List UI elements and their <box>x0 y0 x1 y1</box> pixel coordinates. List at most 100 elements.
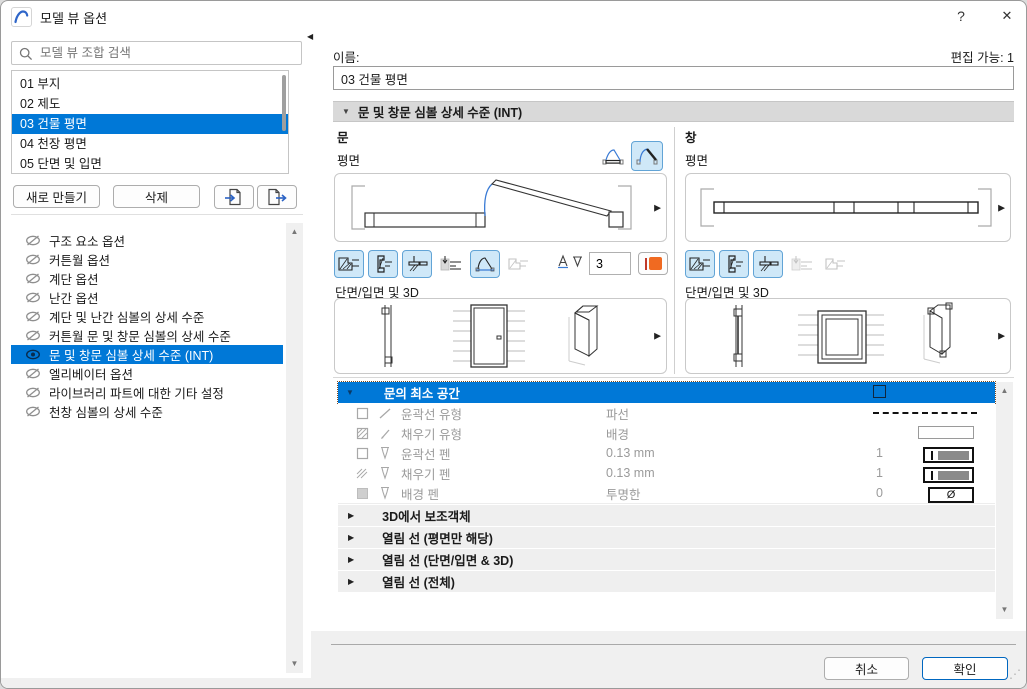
door-wall-opening-hatch-toggle[interactable] <box>334 250 364 278</box>
fill-preview[interactable] <box>918 426 974 439</box>
door-opening-lines-toggle[interactable] <box>504 250 534 278</box>
splitter-collapse-icon[interactable]: ◀ <box>307 32 313 41</box>
door-sill-hatch-toggle[interactable] <box>402 250 432 278</box>
door-marker-lines-toggle[interactable] <box>436 250 466 278</box>
section-header[interactable]: ▼ 문 및 창문 심볼 상세 수준 (INT) <box>333 101 1014 122</box>
window-frame-hatch-toggle[interactable] <box>719 250 749 278</box>
cancel-button[interactable]: 취소 <box>824 657 909 680</box>
table-row[interactable]: 채우기 펜 0.13 mm 1 <box>338 463 995 484</box>
door-closed-symbol-toggle[interactable] <box>598 142 628 170</box>
option-row[interactable]: 계단 및 난간 심볼의 상세 수준 <box>11 307 283 326</box>
window-section-flyout-icon[interactable]: ▶ <box>998 331 1005 342</box>
window-wall-opening-hatch-toggle[interactable] <box>685 250 715 278</box>
list-item[interactable]: 02 제도 <box>12 94 288 114</box>
eye-off-icon <box>26 368 40 379</box>
window-opening-lines-toggle[interactable] <box>821 250 851 278</box>
row-value[interactable]: 투명한 <box>606 484 641 503</box>
option-row[interactable]: 계단 옵션 <box>11 269 283 288</box>
list-item-selected[interactable]: 03 건물 평면 <box>12 114 288 134</box>
door-plan-flyout-icon[interactable]: ▶ <box>654 202 661 213</box>
name-input[interactable] <box>333 66 1014 90</box>
option-row[interactable]: 라이브러리 파트에 대한 기타 설정 <box>11 383 283 402</box>
door-plan-preview[interactable]: ▶ <box>334 173 667 242</box>
resize-grip[interactable]: ⋰ <box>1009 667 1021 681</box>
export-button[interactable] <box>257 185 297 209</box>
pen-number-input[interactable] <box>589 252 631 275</box>
empty-set-preview[interactable]: Ø <box>928 487 974 503</box>
row-label: 윤곽선 펜 <box>401 447 451 462</box>
table-group-row[interactable]: ▶ 열림 선 (전체) <box>338 571 995 592</box>
group-checkbox[interactable] <box>873 385 886 398</box>
window-plan-label: 평면 <box>685 154 709 168</box>
expand-right-icon[interactable]: ▶ <box>348 555 354 564</box>
option-row[interactable]: 커튼월 옵션 <box>11 250 283 269</box>
list-item[interactable]: 01 부지 <box>12 74 288 94</box>
eye-off-icon <box>26 235 40 246</box>
option-row[interactable]: 커튼월 문 및 창문 심볼의 상세 수준 <box>11 326 283 345</box>
outline-type-icon <box>356 407 369 420</box>
scroll-down-icon[interactable]: ▼ <box>996 605 1013 615</box>
search-input[interactable] <box>38 43 296 63</box>
list-item[interactable]: 05 단면 및 입면 <box>12 154 288 174</box>
row-label: 윤곽선 유형 <box>401 407 462 422</box>
scroll-up-icon[interactable]: ▲ <box>286 227 303 237</box>
option-label: 커튼월 옵션 <box>49 254 110 268</box>
door-section-preview[interactable]: ▶ <box>334 298 667 374</box>
door-closed-icon <box>602 149 624 165</box>
table-group-row[interactable]: ▶ 열림 선 (평면만 해당) <box>338 527 995 548</box>
window-sill-hatch-toggle[interactable] <box>753 250 783 278</box>
help-button[interactable]: ? <box>943 3 979 29</box>
group-collapse-icon[interactable]: ▼ <box>346 388 354 397</box>
table-scrollbar[interactable]: ▲ ▼ <box>996 382 1013 619</box>
import-button[interactable] <box>214 185 254 209</box>
window-plan-flyout-icon[interactable]: ▶ <box>998 202 1005 213</box>
sill-hatch-icon <box>408 256 428 272</box>
door-frame-hatch-toggle[interactable] <box>368 250 398 278</box>
window-section-preview[interactable]: ▶ <box>685 298 1011 374</box>
table-row[interactable]: 채우기 유형 배경 <box>338 423 995 444</box>
editable-count: 편집 가능: 1 <box>950 51 1014 65</box>
scroll-up-icon[interactable]: ▲ <box>996 386 1013 396</box>
table-group-row[interactable]: ▶ 3D에서 보조객체 <box>338 505 995 526</box>
window-plan-preview[interactable]: ▶ <box>685 173 1011 242</box>
option-row-selected[interactable]: 문 및 창문 심볼 상세 수준 (INT) <box>11 345 283 364</box>
table-group-header[interactable]: ▼ 문의 최소 공간 <box>337 381 996 404</box>
expand-right-icon[interactable]: ▶ <box>348 577 354 586</box>
pen-preview[interactable] <box>923 467 974 483</box>
door-opening-arc-toggle[interactable] <box>470 250 500 278</box>
name-label: 이름: <box>333 51 360 65</box>
table-group-row[interactable]: ▶ 열림 선 (단면/입면 & 3D) <box>338 549 995 570</box>
options-scrollbar[interactable]: ▲ ▼ <box>286 223 303 673</box>
dashed-line-preview[interactable] <box>873 412 977 414</box>
expand-right-icon[interactable]: ▶ <box>348 533 354 542</box>
table-row[interactable]: 윤곽선 펜 0.13 mm 1 <box>338 443 995 464</box>
door-section-flyout-icon[interactable]: ▶ <box>654 331 661 342</box>
row-value[interactable]: 배경 <box>606 424 629 443</box>
bottom-separator <box>331 644 1016 645</box>
table-row[interactable]: 배경 펜 투명한 0 Ø <box>338 483 995 504</box>
option-row[interactable]: 구조 요소 옵션 <box>11 231 283 250</box>
combination-list-scrollbar[interactable] <box>282 75 286 131</box>
delete-button[interactable]: 삭제 <box>113 185 200 208</box>
pen-preview[interactable] <box>923 447 974 463</box>
close-button[interactable]: ✕ <box>989 3 1025 29</box>
option-row[interactable]: 엘리베이터 옵션 <box>11 364 283 383</box>
scroll-down-icon[interactable]: ▼ <box>286 659 303 669</box>
search-box[interactable] <box>11 41 302 65</box>
app-icon <box>11 7 32 27</box>
collapse-icon[interactable]: ▼ <box>342 107 350 116</box>
door-open-symbol-toggle[interactable] <box>631 141 663 171</box>
pen-color-button[interactable] <box>638 252 668 275</box>
row-value[interactable]: 0.13 mm <box>606 466 655 480</box>
table-row[interactable]: 윤곽선 유형 파선 <box>338 403 995 424</box>
option-label: 문 및 창문 심볼 상세 수준 (INT) <box>49 349 214 363</box>
window-marker-lines-toggle[interactable] <box>787 250 817 278</box>
new-button[interactable]: 새로 만들기 <box>13 185 100 208</box>
row-value[interactable]: 0.13 mm <box>606 446 655 460</box>
expand-right-icon[interactable]: ▶ <box>348 511 354 520</box>
option-row[interactable]: 난간 옵션 <box>11 288 283 307</box>
list-item[interactable]: 04 천장 평면 <box>12 134 288 154</box>
row-value[interactable]: 파선 <box>606 404 629 423</box>
option-row[interactable]: 천창 심볼의 상세 수준 <box>11 402 283 421</box>
ok-button[interactable]: 확인 <box>922 657 1008 680</box>
